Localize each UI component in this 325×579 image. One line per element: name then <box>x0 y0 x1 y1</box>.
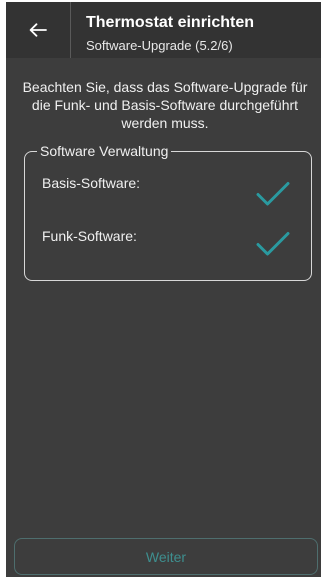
arrow-left-icon <box>29 23 47 37</box>
page-subtitle: Software-Upgrade (5.2/6) <box>86 38 233 53</box>
app-header: Thermostat einrichten Software-Upgrade (… <box>6 2 321 58</box>
next-button[interactable]: Weiter <box>14 538 318 575</box>
intro-text: Beachten Sie, dass das Software-Upgrade … <box>22 79 308 131</box>
funk-software-label: Funk-Software: <box>42 228 137 244</box>
app-screen: Thermostat einrichten Software-Upgrade (… <box>6 2 321 577</box>
basis-software-label: Basis-Software: <box>42 175 141 191</box>
header-divider <box>70 2 71 58</box>
group-legend: Software Verwaltung <box>37 142 172 160</box>
software-management-group: Software Verwaltung Basis-Software: Funk… <box>24 142 312 281</box>
checkmark-icon <box>256 182 290 206</box>
back-button[interactable] <box>6 2 70 58</box>
page-title: Thermostat einrichten <box>86 14 255 31</box>
checkmark-icon <box>256 232 290 256</box>
